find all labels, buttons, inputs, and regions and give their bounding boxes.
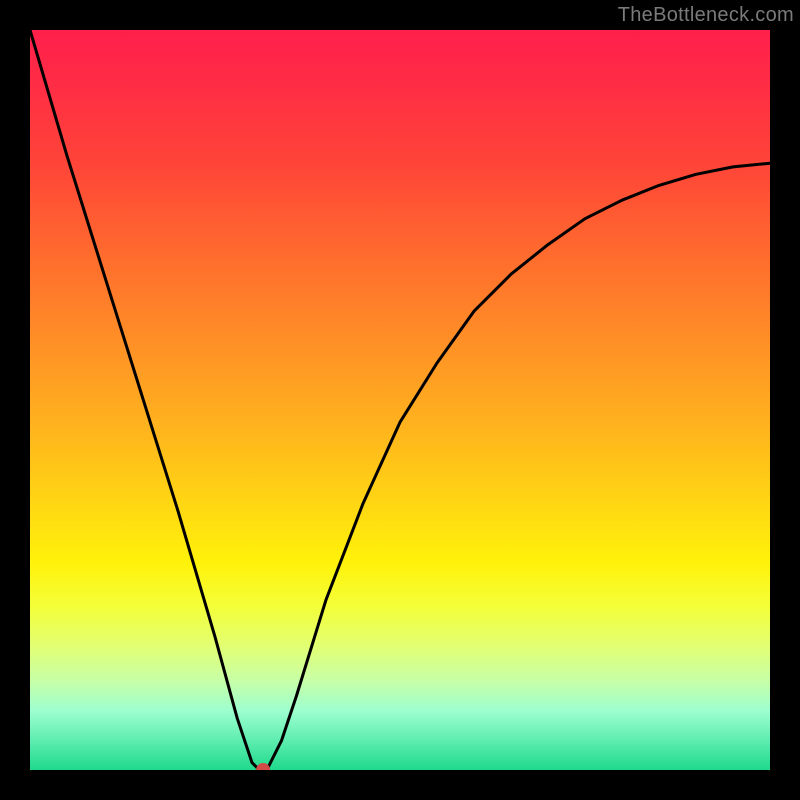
chart-svg: [30, 30, 770, 770]
watermark-label: TheBottleneck.com: [618, 4, 794, 27]
chart-gradient-area: [30, 30, 770, 770]
chart-curve: [30, 30, 770, 770]
chart-frame: TheBottleneck.com: [0, 0, 800, 800]
chart-marker-dot: [256, 763, 270, 770]
